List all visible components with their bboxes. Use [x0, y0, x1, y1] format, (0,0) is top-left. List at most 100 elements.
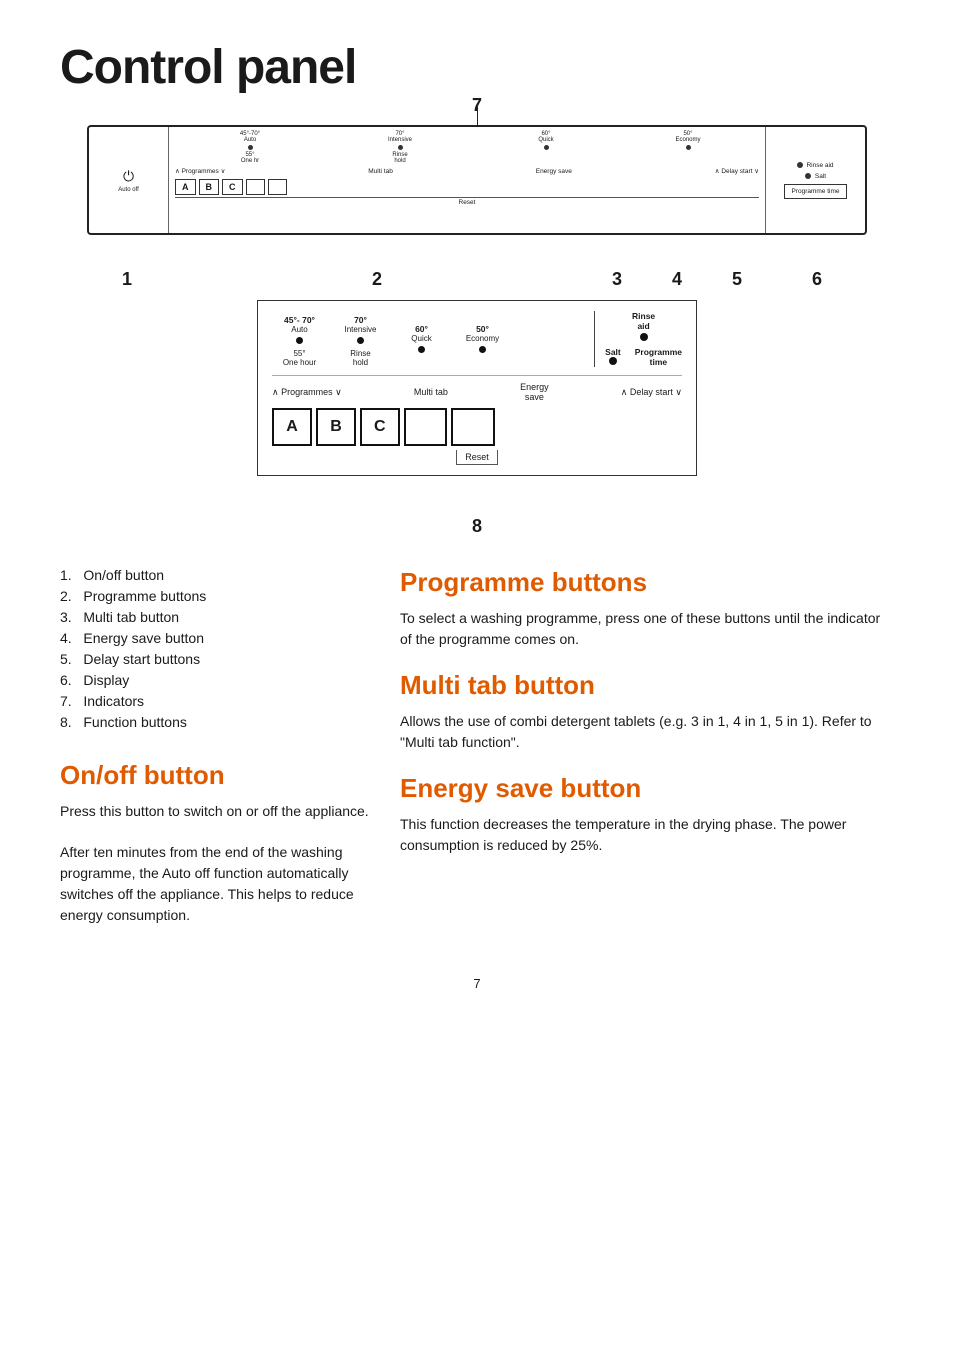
- salt-zp-dot: [609, 357, 617, 365]
- prog-auto-bottom: 55°One hour: [283, 349, 316, 367]
- prog-int-dot: [357, 337, 364, 344]
- prog-econ-top: 50°: [476, 324, 489, 334]
- rinse-aid-label-small: Rinse aid: [806, 162, 833, 169]
- diagram-area: 7 ⏻ Auto off 45°-70°Auto 55°One h: [60, 125, 894, 537]
- reset-bracket: Reset: [456, 450, 498, 465]
- prog-econ-sub: Economy: [466, 334, 499, 343]
- rinse-aid-col: Rinseaid: [632, 311, 655, 343]
- reset-small: Reset: [175, 197, 759, 206]
- btn-empty2: [268, 179, 287, 195]
- list-item-7-text: Indicators: [83, 693, 144, 709]
- prog-econ-bottom: [481, 358, 483, 367]
- zoomed-reset: Reset: [272, 450, 682, 465]
- onoff-heading: On/off button: [60, 760, 380, 791]
- programmes-label-small: ∧ Programmes ∨: [175, 167, 225, 175]
- prog-int-sub: Intensive: [344, 325, 376, 334]
- salt-indicator: Salt: [805, 173, 826, 180]
- controls-row-small: ∧ Programmes ∨ Multi tab Energy save ∧ D…: [175, 167, 759, 175]
- list-item-3-text: Multi tab button: [83, 609, 179, 625]
- salt-progtime-row: Salt Programmetime: [605, 347, 682, 367]
- energysave-label-small: Energy save: [536, 168, 572, 175]
- programme-text: To select a washing programme, press one…: [400, 608, 894, 650]
- zp-btn-a[interactable]: A: [272, 408, 312, 446]
- panel-sketch: ⏻ Auto off 45°-70°Auto 55°One hr 70°Inte…: [87, 125, 867, 235]
- btn-a-small: A: [175, 179, 196, 195]
- panel-num-6: 6: [767, 269, 867, 290]
- list-item-6-text: Display: [83, 672, 129, 688]
- zoomed-prog-indicators: 45°- 70° Auto 55°One hour 70° Intensive …: [272, 311, 594, 367]
- left-column: 1. On/off button 2. Programme buttons 3.…: [60, 567, 400, 946]
- zoomed-controls-row: ∧ Programmes ∨ Multi tab Energysave ∧ De…: [272, 382, 682, 402]
- rinse-aid-zp-dot: [640, 333, 648, 341]
- programme-time-box: Programme time: [784, 184, 846, 199]
- prog-quick-bottom: [420, 358, 422, 367]
- rinse-aid-zp-label: Rinseaid: [632, 311, 655, 331]
- list-item-5-text: Delay start buttons: [83, 651, 200, 667]
- panel-right: Rinse aid Salt Programme time: [765, 127, 865, 233]
- panel-num-2: 2: [167, 269, 587, 290]
- prog-quick: 60°Quick: [531, 131, 561, 164]
- indicator-row-top: 45°-70°Auto 55°One hr 70°Intensive Rinse…: [175, 131, 759, 164]
- list-item-1: 1. On/off button: [60, 567, 380, 583]
- prog-economy: 50°Economy: [673, 131, 703, 164]
- zp-btn-empty2: [451, 408, 495, 446]
- delaystart-label-small: ∧ Delay start ∨: [715, 167, 759, 175]
- zp-btn-b[interactable]: B: [316, 408, 356, 446]
- multitab-label-small: Multi tab: [368, 168, 393, 175]
- list-item-5: 5. Delay start buttons: [60, 651, 380, 667]
- prog-time-zp-label: Programmetime: [635, 347, 682, 367]
- salt-label-small: Salt: [815, 173, 826, 180]
- zoomed-right-panel: Rinseaid Salt Programmetime: [594, 311, 682, 367]
- onoff-para1: Press this button to switch on or off th…: [60, 801, 380, 822]
- panel-num-3: 3: [587, 269, 647, 290]
- prog-econ-dot: [479, 346, 486, 353]
- onoff-para2: After ten minutes from the end of the wa…: [60, 842, 380, 926]
- list-item-7: 7. Indicators: [60, 693, 380, 709]
- prog-auto: 45°-70°Auto 55°One hr: [231, 131, 269, 164]
- multitab-text: Allows the use of combi detergent tablet…: [400, 711, 894, 753]
- multitab-heading: Multi tab button: [400, 670, 894, 701]
- prog-time-label: Programme time: [791, 188, 839, 195]
- prog-quick-sub: Quick: [411, 334, 431, 343]
- page-number: 7: [60, 976, 894, 991]
- zoomed-panel: 45°- 70° Auto 55°One hour 70° Intensive …: [257, 300, 697, 476]
- list-item-4: 4. Energy save button: [60, 630, 380, 646]
- prog-quick-dot: [418, 346, 425, 353]
- programme-heading: Programme buttons: [400, 567, 894, 598]
- panel-left-onoff: ⏻ Auto off: [89, 127, 169, 233]
- multi-tab-ctrl-zp: Multi tab: [414, 387, 448, 397]
- panel-numbers-row: 1 2 3 4 5 6: [87, 265, 867, 290]
- prog-selector-zp: ∧ Programmes ∨: [272, 387, 342, 398]
- power-symbol-small: ⏻: [123, 168, 134, 185]
- right-column: Programme buttons To select a washing pr…: [400, 567, 894, 946]
- btn-b-small: B: [199, 179, 220, 195]
- zoomed-indicators: 45°- 70° Auto 55°One hour 70° Intensive …: [272, 311, 682, 376]
- list-item-2-text: Programme buttons: [83, 588, 206, 604]
- page-title: Control panel: [60, 40, 894, 95]
- zp-btn-c[interactable]: C: [360, 408, 400, 446]
- btn-empty1: [246, 179, 265, 195]
- salt-zp-col: Salt: [605, 347, 621, 365]
- prog-quick-top: 60°: [415, 324, 428, 334]
- energy-save-ctrl-zp: Energysave: [520, 382, 549, 402]
- panel-center: 45°-70°Auto 55°One hr 70°Intensive Rinse…: [169, 127, 765, 233]
- zp-prog-intensive: 70° Intensive Rinsehold: [333, 315, 388, 367]
- zp-prog-quick: 60° Quick: [394, 324, 449, 367]
- delay-start-ctrl-zp: ∧ Delay start ∨: [621, 387, 682, 398]
- panel-num-5: 5: [707, 269, 767, 290]
- zp-prog-auto: 45°- 70° Auto 55°One hour: [272, 315, 327, 367]
- label-8: 8: [60, 516, 894, 537]
- zp-btn-empty1: [404, 408, 448, 446]
- prog-auto-dot: [296, 337, 303, 344]
- energysave-text: This function decreases the temperature …: [400, 814, 894, 856]
- prog-int-top: 70°: [354, 315, 367, 325]
- panel-num-4: 4: [647, 269, 707, 290]
- list-item-4-text: Energy save button: [83, 630, 204, 646]
- content-area: 1. On/off button 2. Programme buttons 3.…: [60, 567, 894, 946]
- prog-int-bottom: Rinsehold: [350, 349, 370, 367]
- salt-zp-label: Salt: [605, 347, 621, 357]
- function-buttons-row: A B C: [175, 179, 759, 195]
- numbered-list: 1. On/off button 2. Programme buttons 3.…: [60, 567, 380, 730]
- auto-off-small: Auto off: [118, 187, 139, 193]
- zoomed-buttons-row: A B C: [272, 408, 682, 446]
